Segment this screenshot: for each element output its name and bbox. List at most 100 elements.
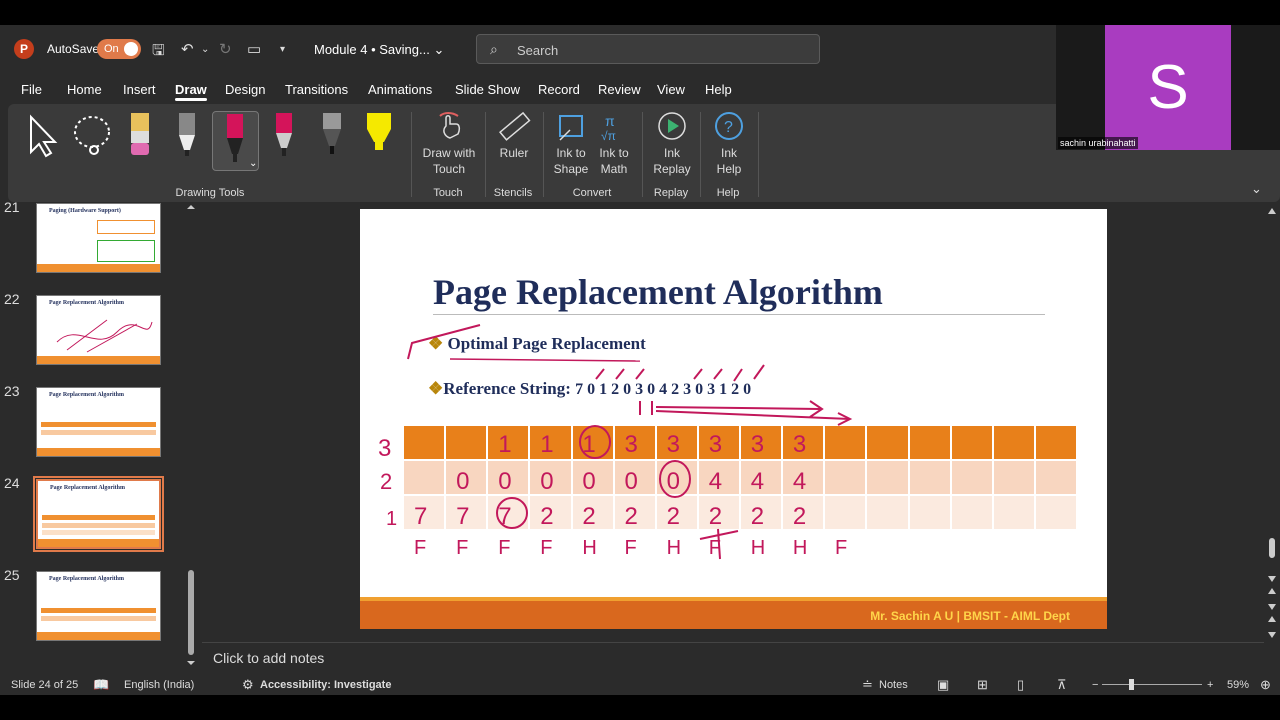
accessibility-status[interactable]: Accessibility: Investigate xyxy=(260,679,391,691)
tab-help[interactable]: Help xyxy=(705,82,732,97)
tab-review[interactable]: Review xyxy=(598,82,641,97)
table-row-1 xyxy=(404,496,1078,529)
normal-view-icon[interactable]: ▣ xyxy=(937,677,949,693)
ribbon-separator xyxy=(411,112,412,197)
slide-thumbnail-23[interactable]: Page Replacement Algorithm xyxy=(36,387,161,457)
thumb-number: 21 xyxy=(4,199,20,215)
table-row-2 xyxy=(404,461,1078,494)
bullet-optimal: ❖ Optimal Page Replacement xyxy=(428,334,646,353)
tab-insert[interactable]: Insert xyxy=(123,82,156,97)
thumb-number: 22 xyxy=(4,291,20,307)
undo-dropdown-icon[interactable]: ⌄ xyxy=(201,44,209,55)
ink-help-button[interactable]: Ink Help xyxy=(710,145,748,177)
redo-icon[interactable]: ↻ xyxy=(219,40,232,58)
bottom-black-bar xyxy=(0,695,1280,720)
document-title[interactable]: Module 4 • Saving... ⌄ xyxy=(314,42,444,58)
tab-slide-show[interactable]: Slide Show xyxy=(455,82,520,97)
svg-text:π: π xyxy=(605,113,615,129)
title-underline xyxy=(433,314,1045,315)
pen-pink-selected[interactable]: ⌄ xyxy=(212,111,259,171)
pen-gray-icon[interactable] xyxy=(175,110,199,160)
tab-record[interactable]: Record xyxy=(538,82,580,97)
slide-thumbnail-22[interactable]: Page Replacement Algorithm xyxy=(36,295,161,365)
search-box[interactable]: ⌕ Search xyxy=(476,34,820,64)
top-black-bar xyxy=(0,0,1280,25)
undo-icon[interactable]: ↶ xyxy=(181,40,194,58)
tab-design[interactable]: Design xyxy=(225,82,265,97)
thumb-number: 25 xyxy=(4,567,20,583)
slide-sorter-icon[interactable]: ⊞ xyxy=(977,677,988,693)
present-icon[interactable]: ▭ xyxy=(247,40,261,58)
reading-view-icon[interactable]: ▯ xyxy=(1017,677,1024,693)
ink-to-shape-button[interactable]: Ink to Shape xyxy=(550,145,592,177)
thumbnail-scrollbar[interactable] xyxy=(186,205,196,665)
search-icon: ⌕ xyxy=(490,41,498,57)
lasso-select-icon[interactable] xyxy=(70,112,116,158)
ink-fault-mark: F xyxy=(414,537,426,559)
notes-button[interactable]: Notes xyxy=(879,679,908,691)
ink-fault-mark: H xyxy=(751,537,765,559)
tab-home[interactable]: Home xyxy=(67,82,102,97)
zoom-level[interactable]: 59% xyxy=(1227,679,1249,691)
pen-pink-2-icon[interactable] xyxy=(272,110,296,160)
tab-file[interactable]: File xyxy=(21,82,42,97)
ink-replay-button[interactable]: Ink Replay xyxy=(650,145,694,177)
autosave-label: AutoSave xyxy=(47,42,100,56)
group-touch: Touch xyxy=(433,187,463,199)
ink-fault-mark: F xyxy=(709,537,721,559)
ink-to-math-button[interactable]: Ink to Math xyxy=(594,145,634,177)
ink-replay-icon[interactable] xyxy=(656,110,688,142)
eraser-icon[interactable] xyxy=(128,110,152,158)
ink-to-math-icon[interactable]: π√π xyxy=(599,110,631,144)
notes-placeholder: Click to add notes xyxy=(213,650,325,666)
ink-fault-mark: H xyxy=(582,537,596,559)
ruler-button[interactable]: Ruler xyxy=(494,145,534,161)
tab-view[interactable]: View xyxy=(657,82,685,97)
svg-text:√π: √π xyxy=(601,129,616,143)
table-row-3 xyxy=(404,426,1078,459)
tab-draw[interactable]: Draw xyxy=(175,82,207,101)
customize-toolbar-icon[interactable]: ▾ xyxy=(280,44,285,55)
ribbon-separator xyxy=(485,112,486,197)
slide-thumbnail-24[interactable]: Page Replacement Algorithm xyxy=(33,476,164,552)
zoom-in-icon[interactable]: + xyxy=(1207,679,1213,691)
ruler-icon[interactable] xyxy=(497,110,531,144)
group-drawing-tools: Drawing Tools xyxy=(175,187,245,199)
slide-footer: Mr. Sachin A U | BMSIT - AIML Dept xyxy=(360,597,1107,629)
zoom-slider[interactable] xyxy=(1102,684,1202,685)
save-icon[interactable]: 🖫 xyxy=(152,40,165,65)
slideshow-icon[interactable]: ⊼ xyxy=(1057,677,1067,693)
notes-pane[interactable]: Click to add notes xyxy=(202,642,1264,672)
highlighter-yellow-icon[interactable] xyxy=(364,110,394,160)
participant-avatar: S xyxy=(1105,25,1231,150)
draw-with-touch-icon[interactable] xyxy=(434,110,464,144)
group-help: Help xyxy=(716,187,740,199)
accessibility-icon: ⚙ xyxy=(242,677,254,692)
ink-to-shape-icon[interactable] xyxy=(556,110,588,144)
group-convert: Convert xyxy=(572,187,612,199)
pen-pencil-icon[interactable] xyxy=(319,110,345,160)
editor-scrollbar[interactable] xyxy=(1264,202,1280,640)
collapse-ribbon-icon[interactable]: ⌄ xyxy=(1251,181,1262,197)
tab-animations[interactable]: Animations xyxy=(368,82,432,97)
select-cursor-icon[interactable] xyxy=(26,114,60,158)
language-indicator[interactable]: English (India) xyxy=(124,679,194,691)
group-stencils: Stencils xyxy=(493,187,533,199)
ink-help-icon[interactable]: ? xyxy=(713,110,745,142)
notes-icon: ≐ xyxy=(862,677,873,692)
zoom-out-icon[interactable]: − xyxy=(1092,679,1098,691)
spelling-icon[interactable]: 📖 xyxy=(93,677,109,693)
ribbon-separator xyxy=(642,112,643,197)
autosave-toggle[interactable]: On xyxy=(97,39,141,59)
zoom-slider-thumb[interactable] xyxy=(1129,679,1134,690)
slide-thumbnail-25[interactable]: Page Replacement Algorithm xyxy=(36,571,161,641)
status-bar: Slide 24 of 25 📖 English (India) ⚙ Acces… xyxy=(0,675,1280,695)
group-replay: Replay xyxy=(653,187,689,199)
draw-with-touch-button[interactable]: Draw with Touch xyxy=(418,145,480,177)
ribbon-separator xyxy=(700,112,701,197)
fit-to-window-icon[interactable]: ⊕ xyxy=(1260,677,1271,693)
tab-transitions[interactable]: Transitions xyxy=(285,82,348,97)
slide-title[interactable]: Page Replacement Algorithm xyxy=(433,271,883,313)
slide-thumbnail-21[interactable]: Paging (Hardware Support) xyxy=(36,203,161,273)
current-slide[interactable]: Page Replacement Algorithm ❖ Optimal Pag… xyxy=(360,209,1107,629)
